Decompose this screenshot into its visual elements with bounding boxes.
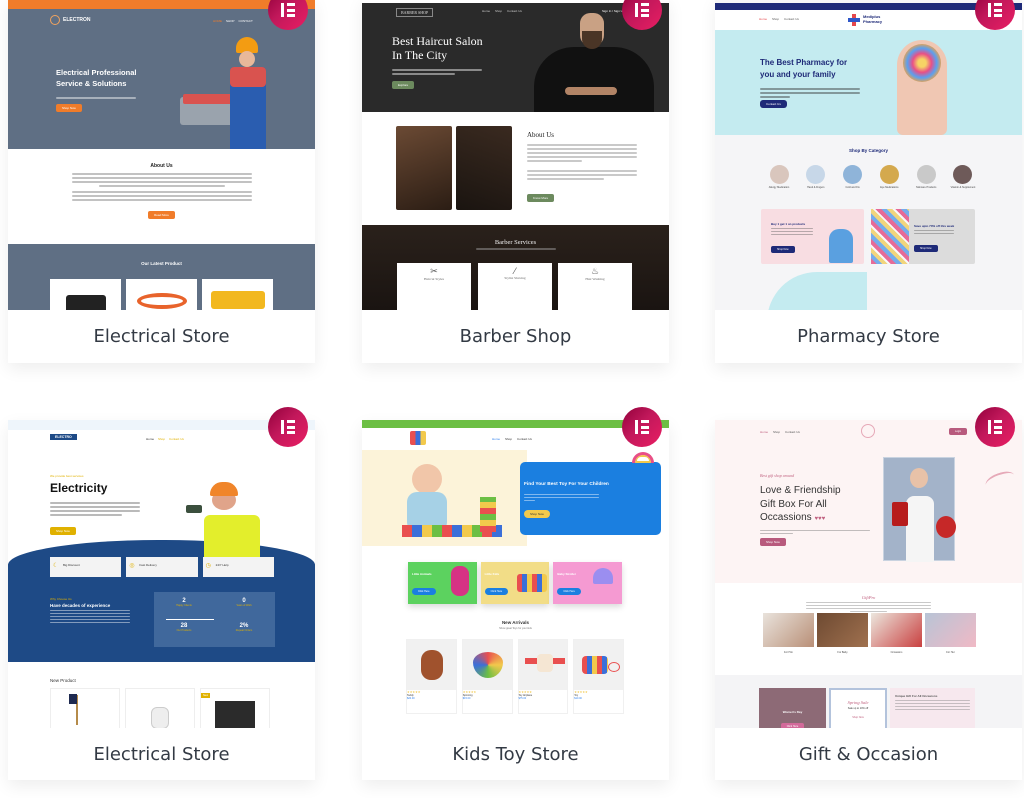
- preview-hero-image: [362, 450, 527, 546]
- template-gallery: ELECTRON HOME SHOP CONTACT Electrical Pr…: [0, 0, 1024, 798]
- preview-arrivals: New Arrivals Show great Toys for your ki…: [499, 620, 532, 630]
- preview-products: Our Latest Product: [8, 244, 315, 310]
- template-preview[interactable]: Home Shop Contact Us Mediplus Pharmacy The …: [715, 0, 1022, 310]
- elementor-badge: [622, 407, 662, 447]
- elementor-badge: [268, 407, 308, 447]
- hero-banner: Find Your Best Toy For Your Children Sho…: [520, 452, 661, 535]
- template-preview[interactable]: BARBER SHOP Home Shop Contact Us Sign In /…: [362, 0, 669, 310]
- stats-panel: 2 Happy Clients 0 Years of Work 28 Our Prod…: [154, 592, 275, 647]
- elementor-icon: [280, 2, 296, 18]
- template-title[interactable]: Electrical Store: [8, 728, 315, 780]
- template-preview[interactable]: ELECTRON HOME SHOP CONTACT Electrical Pr…: [8, 0, 315, 310]
- preview-hero: Best gift shop around Love & Friendship …: [715, 443, 1022, 583]
- preview-brand: ELECTRON: [63, 17, 91, 23]
- template-card-pharmacy-store[interactable]: Home Shop Contact Us Mediplus Pharmacy The …: [715, 0, 1022, 363]
- product-grid: ★★★★★ Teddy $20.00 ★★★★★ Spinning $15.00 ★★★…: [406, 639, 624, 714]
- preview-brand: Mediplus Pharmacy: [863, 14, 883, 24]
- preview-promos: Women's Day Click Here Spring Sale Sale …: [715, 675, 1022, 728]
- preview-categories: Shop By Category Allergy Medication Hand…: [715, 135, 1022, 310]
- barber-model-image: [534, 47, 654, 112]
- preview-hero: The Best Pharmacy for you and your family…: [715, 30, 1022, 135]
- promo-card: Buy 1 get 1 on products Shop Now: [761, 209, 864, 264]
- preview-about: About Us Know More: [362, 112, 669, 223]
- elementor-badge: [975, 407, 1015, 447]
- rainbow-icon: [632, 452, 654, 463]
- template-preview[interactable]: Home Shop Contact Us Login Best gift shop …: [715, 420, 1022, 728]
- elementor-icon: [634, 419, 650, 435]
- gift-logo: [861, 424, 875, 438]
- feature-boxes: ☾ Big Discount ◎ Fast Delivery ◷ 24/7 Help: [50, 557, 274, 577]
- template-card-electrical-store-2[interactable]: ELECTRO Home Shop Contact Us We provide be…: [8, 420, 315, 780]
- template-card-barber-shop[interactable]: BARBER SHOP Home Shop Contact Us Sign In /…: [362, 0, 669, 363]
- gift-model-image: [883, 457, 956, 562]
- preview-hero-title: Love & Friendship Gift Box For All Occas…: [760, 485, 841, 523]
- template-card-kids-toy-store[interactable]: Home Shop Contact Us Find Your Best Toy Fo…: [362, 420, 669, 780]
- preview-about: GiftPro For Him For Baby Occasions For H…: [715, 583, 1022, 675]
- template-card-gift-occasion[interactable]: Home Shop Contact Us Login Best gift shop …: [715, 420, 1022, 780]
- elementor-icon: [280, 419, 296, 435]
- template-title[interactable]: Kids Toy Store: [362, 728, 669, 780]
- template-title[interactable]: Barber Shop: [362, 310, 669, 362]
- preview-about: About Us Read More: [8, 149, 315, 244]
- elementor-icon: [634, 2, 650, 18]
- preview-hero-title: The Best Pharmacy for you and your family: [760, 58, 848, 79]
- preview-hero-title: Electrical Professional Service & Soluti…: [56, 68, 137, 88]
- template-preview[interactable]: ELECTRO Home Shop Contact Us We provide be…: [8, 420, 315, 728]
- template-preview[interactable]: Home Shop Contact Us Find Your Best Toy Fo…: [362, 420, 669, 728]
- elementor-icon: [987, 419, 1003, 435]
- template-title[interactable]: Gift & Occasion: [715, 728, 1022, 780]
- ribbon-decoration: [983, 468, 1017, 492]
- preview-services: Barber Services ✂ Haircut Styles ⁄ Stylist…: [362, 225, 669, 310]
- template-card-electrical-store[interactable]: ELECTRON HOME SHOP CONTACT Electrical Pr…: [8, 0, 315, 363]
- promo-card: Save upto 70% off this week Shop Now: [871, 209, 975, 264]
- preview-why-us: Why Choose Us Have decades of experience: [50, 597, 150, 625]
- category-tiles: Little Animals Click Here Little Kids Clic…: [408, 562, 623, 604]
- template-title[interactable]: Electrical Store: [8, 310, 315, 362]
- toy-logo: [410, 431, 426, 445]
- template-title[interactable]: Pharmacy Store: [715, 310, 1022, 362]
- preview-hero-title: Best Haircut Salon In The City: [392, 34, 483, 62]
- preview-hero: BARBER SHOP Home Shop Contact Us Sign In /…: [362, 3, 669, 112]
- elementor-icon: [987, 2, 1003, 18]
- preview-hero-title: Electricity: [50, 481, 108, 495]
- pharmacy-logo-icon: [848, 14, 860, 26]
- preview-hero: ELECTRON HOME SHOP CONTACT Electrical Pr…: [8, 9, 315, 149]
